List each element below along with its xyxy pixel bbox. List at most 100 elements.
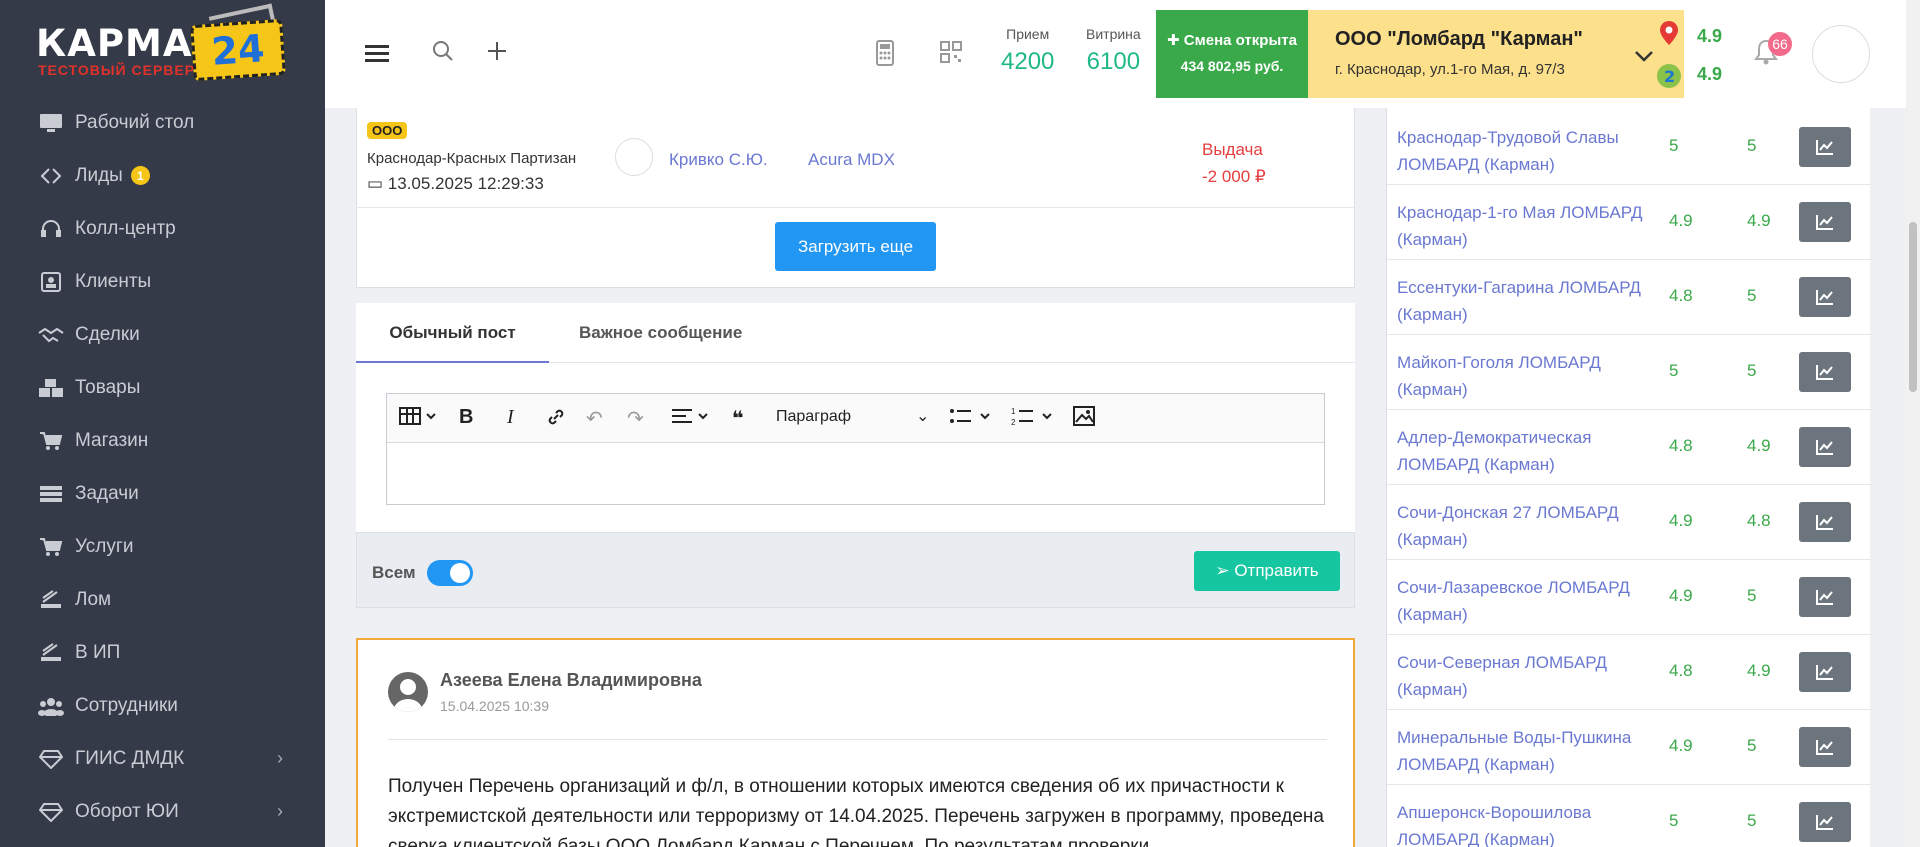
page-scrollbar[interactable] [1906, 0, 1920, 847]
branch-link[interactable]: Краснодар-Трудовой Славы ЛОМБАРД (Карман… [1397, 124, 1647, 178]
search-button[interactable] [432, 40, 454, 67]
calculator-button[interactable] [876, 40, 894, 71]
branch-chart-button[interactable] [1799, 802, 1851, 842]
logo[interactable]: КАРМАН ТЕСТОВЫЙ СЕРВЕР 24 [0, 0, 325, 96]
sidebar-item[interactable]: Лиды 1 [0, 149, 325, 202]
message-time: 15.04.2025 10:39 [440, 698, 549, 714]
collateral-link[interactable]: Acura MDX [808, 150, 895, 170]
all-label: Всем [372, 563, 416, 582]
branch-row: Сочи-Лазаревское ЛОМБАРД (Карман) 4.9 5 [1387, 560, 1871, 635]
branch-rating-1: 5 [1669, 136, 1679, 155]
sidebar-item-label: Оборот ЮИ [75, 800, 179, 822]
sidebar-item[interactable]: В ИП [0, 626, 325, 679]
shift-status: Смена открыта [1183, 32, 1297, 49]
calculator-icon [876, 40, 894, 66]
diamond-arrows-icon [38, 165, 64, 187]
sidebar-item[interactable]: Магазин [0, 414, 325, 467]
branch-link[interactable]: Сочи-Северная ЛОМБАРД (Карман) [1397, 649, 1647, 703]
branch-row: Апшеронск-Ворошилова ЛОМБАРД (Карман) 5 5 [1387, 785, 1871, 847]
tasks-icon [38, 483, 64, 505]
paragraph-select[interactable]: Параграф ⌄ [776, 408, 929, 426]
blockquote-icon[interactable]: ❝ [732, 406, 744, 431]
qr-scan-button[interactable] [940, 41, 962, 68]
sidebar-item[interactable]: ГИИС ДМДК › [0, 732, 325, 785]
user-avatar[interactable] [1812, 25, 1870, 83]
numbered-list-icon[interactable]: 12 [1011, 406, 1057, 432]
bullet-list-icon[interactable] [949, 406, 995, 432]
send-button[interactable]: ➢ Отправить [1194, 551, 1340, 591]
italic-icon[interactable]: I [507, 406, 514, 429]
branch-rating-1: 4.8 [1669, 661, 1693, 680]
branch-link[interactable]: Сочи-Лазаревское ЛОМБАРД (Карман) [1397, 574, 1647, 628]
branch-link[interactable]: Краснодар-1-го Мая ЛОМБАРД (Карман) [1397, 199, 1647, 253]
sidebar-item[interactable]: Рабочий стол [0, 96, 325, 149]
branch-link[interactable]: Апшеронск-Ворошилова ЛОМБАРД (Карман) [1397, 799, 1647, 847]
branch-link[interactable]: Адлер-Демократическая ЛОМБАРД (Карман) [1397, 424, 1647, 478]
branch-chart-button[interactable] [1799, 727, 1851, 767]
branch-chart-button[interactable] [1799, 652, 1851, 692]
branch-ratings-panel: Краснодар-Трудовой Славы ЛОМБАРД (Карман… [1386, 108, 1871, 847]
sidebar-item[interactable]: Задачи [0, 467, 325, 520]
lead-count-badge: 1 [130, 166, 150, 185]
calendar-icon: ▭ [367, 174, 388, 193]
chevron-right-icon: › [277, 801, 283, 821]
image-icon[interactable] [1073, 406, 1095, 432]
chart-line-icon [1816, 815, 1833, 830]
branch-link[interactable]: Сочи-Донская 27 ЛОМБАРД (Карман) [1397, 499, 1647, 553]
sidebar-item[interactable]: Лом [0, 573, 325, 626]
chart-line-icon [1816, 365, 1833, 380]
monitor-icon [38, 112, 64, 134]
notifications-button[interactable]: 66 [1753, 32, 1792, 71]
branch-link[interactable]: Ессентуки-Гагарина ЛОМБАРД (Карман) [1397, 274, 1647, 328]
puzzle-icon: ✚ [1167, 32, 1184, 49]
priem-value: 4200 [1001, 48, 1055, 75]
bold-icon[interactable]: B [459, 406, 473, 429]
redo-icon[interactable]: ↷ [627, 406, 644, 431]
menu-toggle-button[interactable] [365, 43, 389, 68]
branch-chart-button[interactable] [1799, 352, 1851, 392]
table-icon[interactable] [399, 406, 439, 432]
branch-chart-button[interactable] [1799, 577, 1851, 617]
rating-maps: 4.9 [1697, 26, 1723, 46]
tab-important-message[interactable]: Важное сообщение [579, 303, 742, 363]
deal-list-item[interactable]: ООО Краснодар-Красных Партизан ▭ 13.05.2… [356, 108, 1355, 208]
branch-row: Сочи-Донская 27 ЛОМБАРД (Карман) 4.9 4.8 [1387, 485, 1871, 560]
sidebar-item[interactable]: Клиенты [0, 255, 325, 308]
link-icon[interactable] [545, 406, 567, 434]
qr-code-icon [940, 41, 962, 63]
branch-chart-button[interactable] [1799, 427, 1851, 467]
branch-link[interactable]: Минеральные Воды-Пушкина ЛОМБАРД (Карман… [1397, 724, 1647, 778]
employee-link[interactable]: Кривко С.Ю. [669, 150, 768, 170]
branch-chart-button[interactable] [1799, 127, 1851, 167]
scroll-thumb[interactable] [1909, 222, 1917, 392]
load-more-button[interactable]: Загрузить еще [775, 222, 936, 271]
branch-link[interactable]: Майкоп-Гоголя ЛОМБАРД (Карман) [1397, 349, 1647, 403]
sidebar-item[interactable]: Товары [0, 361, 325, 414]
shift-status-panel[interactable]: ✚ Смена открыта 434 802,95 руб. [1156, 10, 1308, 98]
all-toggle[interactable] [427, 560, 473, 586]
branch-rating-1: 4.9 [1669, 736, 1693, 755]
sidebar-item[interactable]: Оборот ЮИ › [0, 785, 325, 838]
sidebar-item[interactable]: Сотрудники [0, 679, 325, 732]
org-address: г. Краснодар, ул.1-го Мая, д. 97/3 [1335, 61, 1565, 78]
sidebar-item[interactable]: Сделки [0, 308, 325, 361]
svg-text:2: 2 [1664, 67, 1675, 86]
undo-icon[interactable]: ↶ [586, 406, 603, 431]
tab-regular-post[interactable]: Обычный пост [356, 303, 549, 363]
align-icon[interactable] [671, 406, 711, 432]
chart-line-icon [1816, 140, 1833, 155]
editor-content-area[interactable] [387, 443, 1324, 504]
rich-text-editor: B I ↶ ↷ ❝ Параграф ⌄ 12 [386, 393, 1325, 505]
add-button[interactable] [486, 40, 508, 67]
sidebar-item[interactable]: Услуги [0, 520, 325, 573]
organization-selector[interactable]: ООО "Ломбард "Карман" г. Краснодар, ул.1… [1308, 10, 1684, 98]
cart-icon [38, 430, 64, 452]
branch-chart-button[interactable] [1799, 202, 1851, 242]
sidebar-item-label: Рабочий стол [75, 111, 195, 133]
priem-stat: Прием 4200 [1001, 26, 1054, 76]
branch-chart-button[interactable] [1799, 502, 1851, 542]
sidebar-item[interactable]: Колл-центр [0, 202, 325, 255]
handshake-icon [38, 324, 64, 346]
scrap-icon [38, 642, 64, 664]
branch-chart-button[interactable] [1799, 277, 1851, 317]
